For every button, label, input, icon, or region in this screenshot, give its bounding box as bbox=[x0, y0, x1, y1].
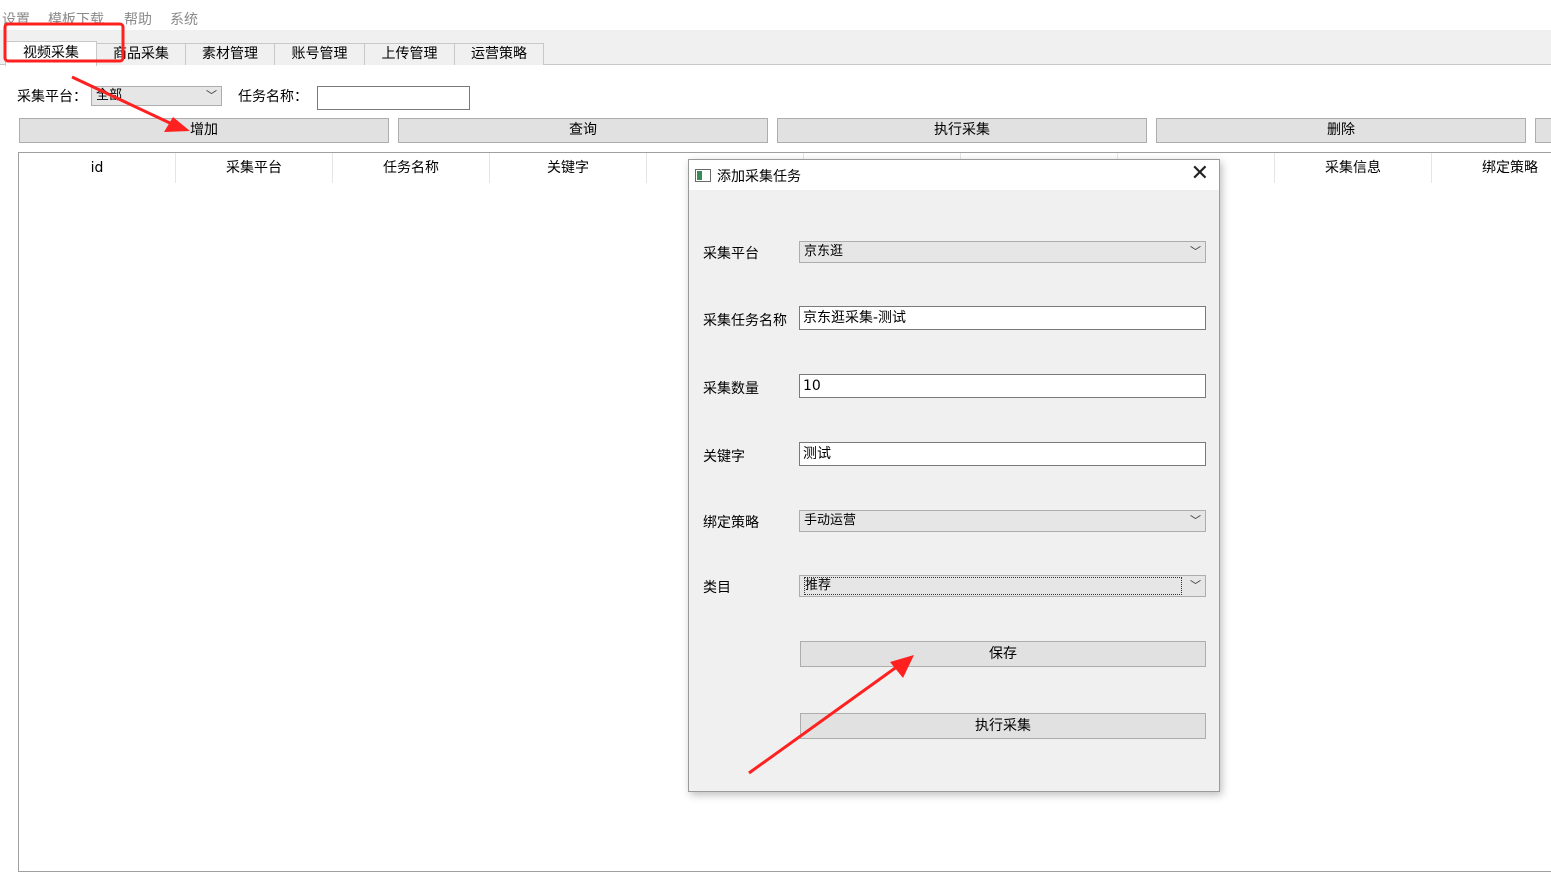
annotation-overlay bbox=[3, 22, 914, 775]
highlight-box bbox=[3, 22, 125, 63]
arrow-to-save-button bbox=[748, 655, 914, 775]
arrow-to-add-button bbox=[71, 75, 190, 132]
